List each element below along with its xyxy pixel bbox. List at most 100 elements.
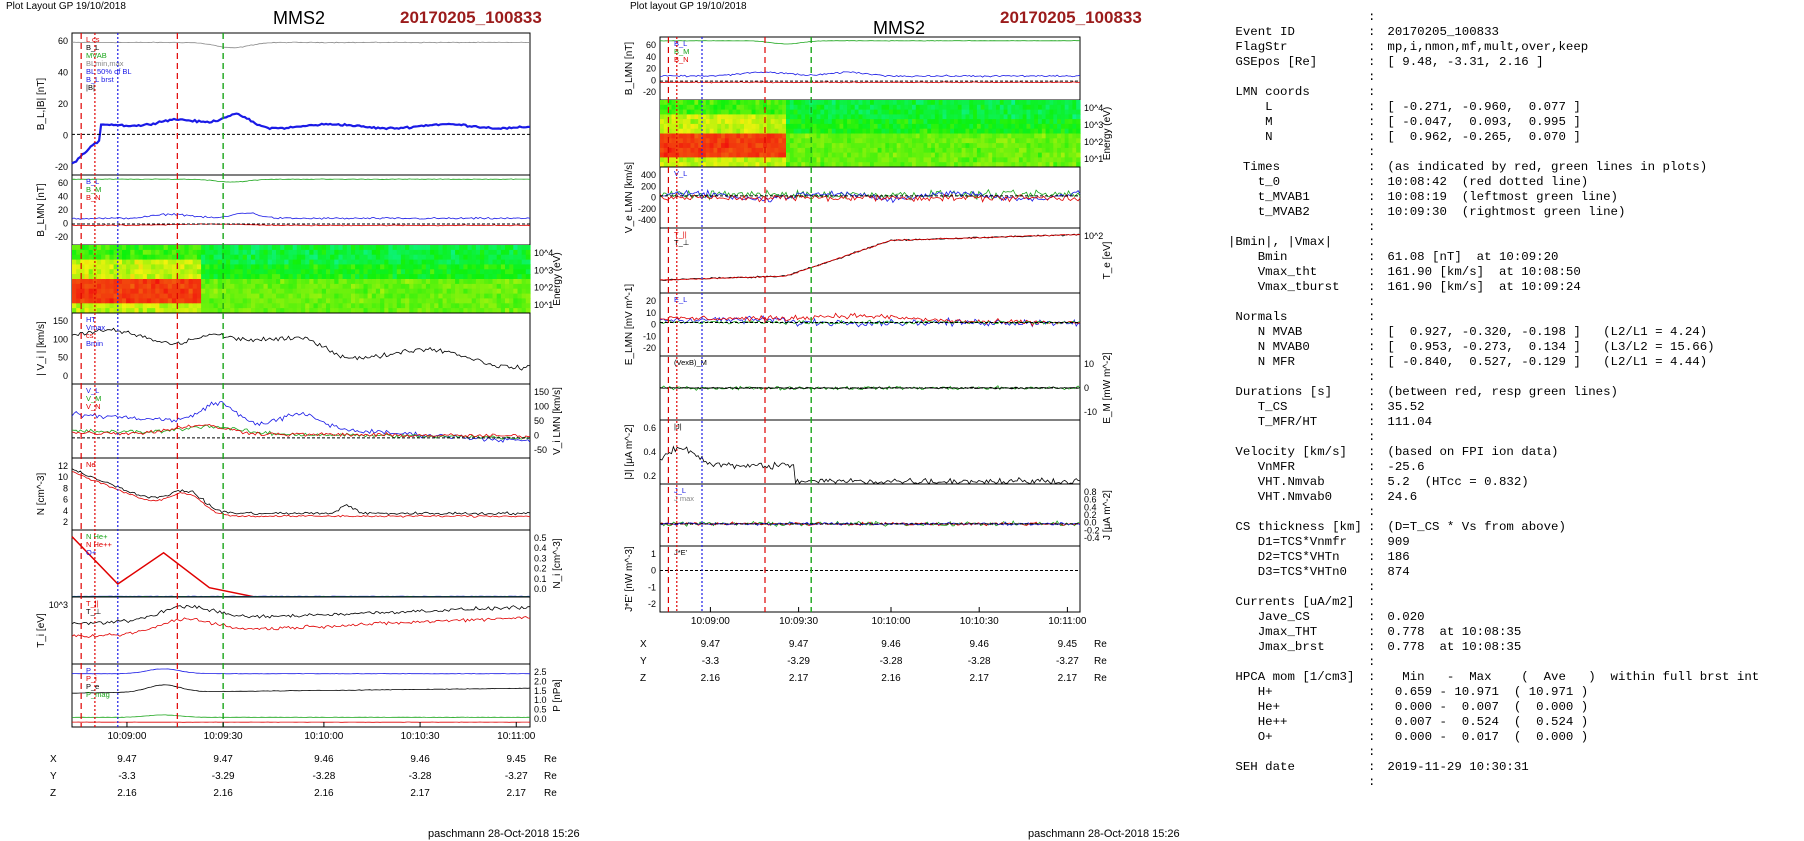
spectrogram-cell (396, 249, 402, 256)
spectrogram-cell (686, 133, 692, 139)
spectrogram-cell (167, 298, 173, 304)
y-tick-label: 40 (58, 192, 68, 202)
spectrogram-cell (267, 283, 273, 290)
spectrogram-cell (105, 283, 111, 290)
spectrogram-cell (513, 293, 519, 300)
spectrogram-cell (889, 100, 894, 106)
spectrogram-cell (209, 279, 215, 285)
spectrogram-cell (881, 109, 886, 115)
spectrogram-cell (205, 298, 210, 304)
spectrogram-cell (828, 119, 833, 125)
spectrogram-cell (284, 274, 290, 280)
spectrogram-cell (1011, 143, 1016, 149)
info-row: N: [ 0.962, -0.265, 0.070 ] (1228, 130, 1798, 145)
spectrogram-cell (732, 143, 737, 149)
spectrogram-cell (900, 133, 905, 139)
spectrogram-cell (751, 138, 756, 144)
spectrogram-cell (747, 138, 753, 144)
spectrogram-cell (513, 303, 519, 309)
spectrogram-cell (76, 245, 81, 251)
spectrogram-cell (1076, 157, 1081, 163)
spectrogram-cell (217, 269, 223, 275)
spectrogram-cell (709, 152, 714, 158)
spectrogram-cell (843, 109, 848, 115)
spectrogram-cell (873, 147, 879, 154)
spectrogram-cell (682, 128, 688, 135)
spectrogram-cell (346, 288, 352, 295)
spectrogram-cell (205, 279, 210, 285)
spectrogram-cell (438, 245, 444, 251)
spectrogram-cell (961, 138, 966, 144)
spectrogram-cell (1007, 109, 1012, 115)
info-value: [ 9.48, -3.31, 2.16 ] (1380, 55, 1544, 69)
spectrogram-cell (789, 123, 795, 130)
spectrogram-cell (500, 303, 506, 309)
spectrogram-cell (885, 128, 890, 135)
spectrogram-cell (101, 249, 106, 256)
spectrogram-cell (442, 249, 448, 256)
spectrogram-cell (858, 143, 863, 149)
spectrogram-cell (509, 283, 514, 290)
spectrogram-cell (679, 138, 684, 144)
spectrogram-cell (766, 138, 772, 144)
spectrogram-cell (992, 128, 997, 135)
spectrogram-cell (824, 157, 829, 163)
spectrogram-cell (105, 245, 111, 251)
spectrogram-cell (721, 147, 726, 154)
spectrogram-cell (475, 269, 481, 275)
spectrogram-cell (740, 109, 745, 115)
spectrogram-cell (400, 283, 406, 290)
spectrogram-cell (690, 152, 695, 158)
spectrogram-cell (1015, 123, 1020, 130)
spectrogram-cell (525, 274, 531, 280)
spectrogram-cell (1049, 100, 1054, 106)
spectrogram-cell (751, 100, 756, 106)
spectrogram-cell (421, 283, 427, 290)
spectrogram-cell (1003, 133, 1008, 139)
spectrogram-cell (709, 114, 714, 120)
spectrogram-cell (992, 114, 997, 120)
spectrogram-cell (363, 293, 369, 300)
spectrogram-cell (690, 114, 695, 120)
spectrogram-cell (309, 303, 315, 309)
spectrogram-cell (736, 157, 741, 163)
spectrogram-cell (351, 264, 356, 270)
spectrogram-cell (159, 269, 165, 275)
spectrogram-cell (984, 157, 989, 163)
spectrogram-cell (679, 143, 684, 149)
spectrogram-cell (831, 104, 837, 111)
spectrogram-cell (363, 269, 369, 275)
spectrogram-cell (317, 274, 323, 280)
spectrogram-cell (280, 269, 285, 275)
spectrogram-cell (134, 279, 140, 285)
spectrogram-cell (242, 269, 248, 275)
spectrogram-cell (912, 119, 917, 125)
spectrogram-cell (101, 254, 106, 261)
panel-frame (659, 227, 1081, 294)
info-sep: : (1368, 400, 1376, 414)
spectrogram-cell (782, 157, 787, 163)
spectrogram-cell (1072, 114, 1077, 120)
spectrogram-cell (255, 283, 260, 290)
spectrogram-cell (778, 147, 783, 154)
spectrogram-cell (850, 133, 856, 139)
info-key: Vmax_tburst (1228, 280, 1340, 294)
spectrogram-cell (351, 269, 356, 275)
spectrogram-cell (380, 245, 385, 251)
left-stack-plot: 6040200-20B_L,|B| [nT]L csB_LMVABBLmin,m… (36, 32, 563, 799)
spectrogram-cell (660, 104, 665, 111)
spectrogram-cell (824, 152, 829, 158)
spectrogram-cell (831, 128, 837, 135)
spectrogram-cell (434, 245, 439, 251)
spectrogram-cell (434, 283, 439, 290)
spectrogram-cell (455, 245, 460, 251)
spectrogram-cell (455, 288, 460, 295)
spectrogram-cell (816, 104, 821, 111)
spectrogram-cell (1076, 100, 1081, 106)
spectrogram-cell (828, 114, 833, 120)
spectrogram-cell (421, 274, 427, 280)
spectrogram-cell (816, 152, 821, 158)
spectrogram-cell (130, 274, 136, 280)
spectrogram-cell (675, 119, 680, 125)
spectrogram-cell (996, 123, 1001, 130)
